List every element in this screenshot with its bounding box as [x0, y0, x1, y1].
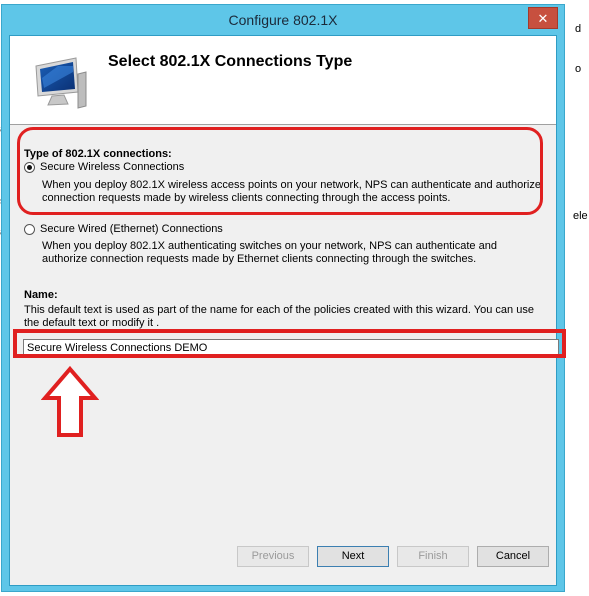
- annotation-highlight-name-field: [13, 329, 566, 358]
- name-description: This default text is used as part of the…: [24, 304, 534, 329]
- title-bar[interactable]: Configure 802.1X ✕: [2, 5, 564, 35]
- background-text-fragment: ele: [573, 210, 588, 222]
- close-button[interactable]: ✕: [528, 7, 558, 29]
- wizard-footer: Previous Next Finish Cancel: [10, 525, 556, 585]
- radio-label: Secure Wired (Ethernet) Connections: [40, 223, 223, 235]
- radio-secure-wired[interactable]: Secure Wired (Ethernet) Connections: [24, 223, 223, 235]
- background-text-fragment: d: [575, 23, 582, 35]
- finish-button[interactable]: Finish: [397, 546, 469, 567]
- computer-monitor-icon: [35, 57, 87, 109]
- background-text-fragment: o: [575, 63, 582, 75]
- configure-8021x-dialog: Configure 802.1X ✕ Select 802.1X Connect…: [1, 4, 565, 592]
- radio-button-unchecked[interactable]: [24, 223, 35, 235]
- close-icon: ✕: [537, 11, 549, 26]
- dialog-title: Configure 802.1X: [228, 12, 338, 28]
- previous-button[interactable]: Previous: [237, 546, 309, 567]
- next-button[interactable]: Next: [317, 546, 389, 567]
- dialog-client-area: Select 802.1X Connections Type Type of 8…: [9, 35, 559, 586]
- annotation-highlight-wireless: [17, 127, 543, 215]
- page-title: Select 802.1X Connections Type: [108, 53, 353, 70]
- annotation-up-arrow-icon: [41, 365, 99, 437]
- wizard-header: Select 802.1X Connections Type: [10, 36, 556, 124]
- background-window-right: [566, 0, 589, 596]
- name-label: Name:: [24, 289, 58, 301]
- cancel-button[interactable]: Cancel: [477, 546, 549, 567]
- wired-description: When you deploy 802.1X authenticating sw…: [42, 240, 497, 265]
